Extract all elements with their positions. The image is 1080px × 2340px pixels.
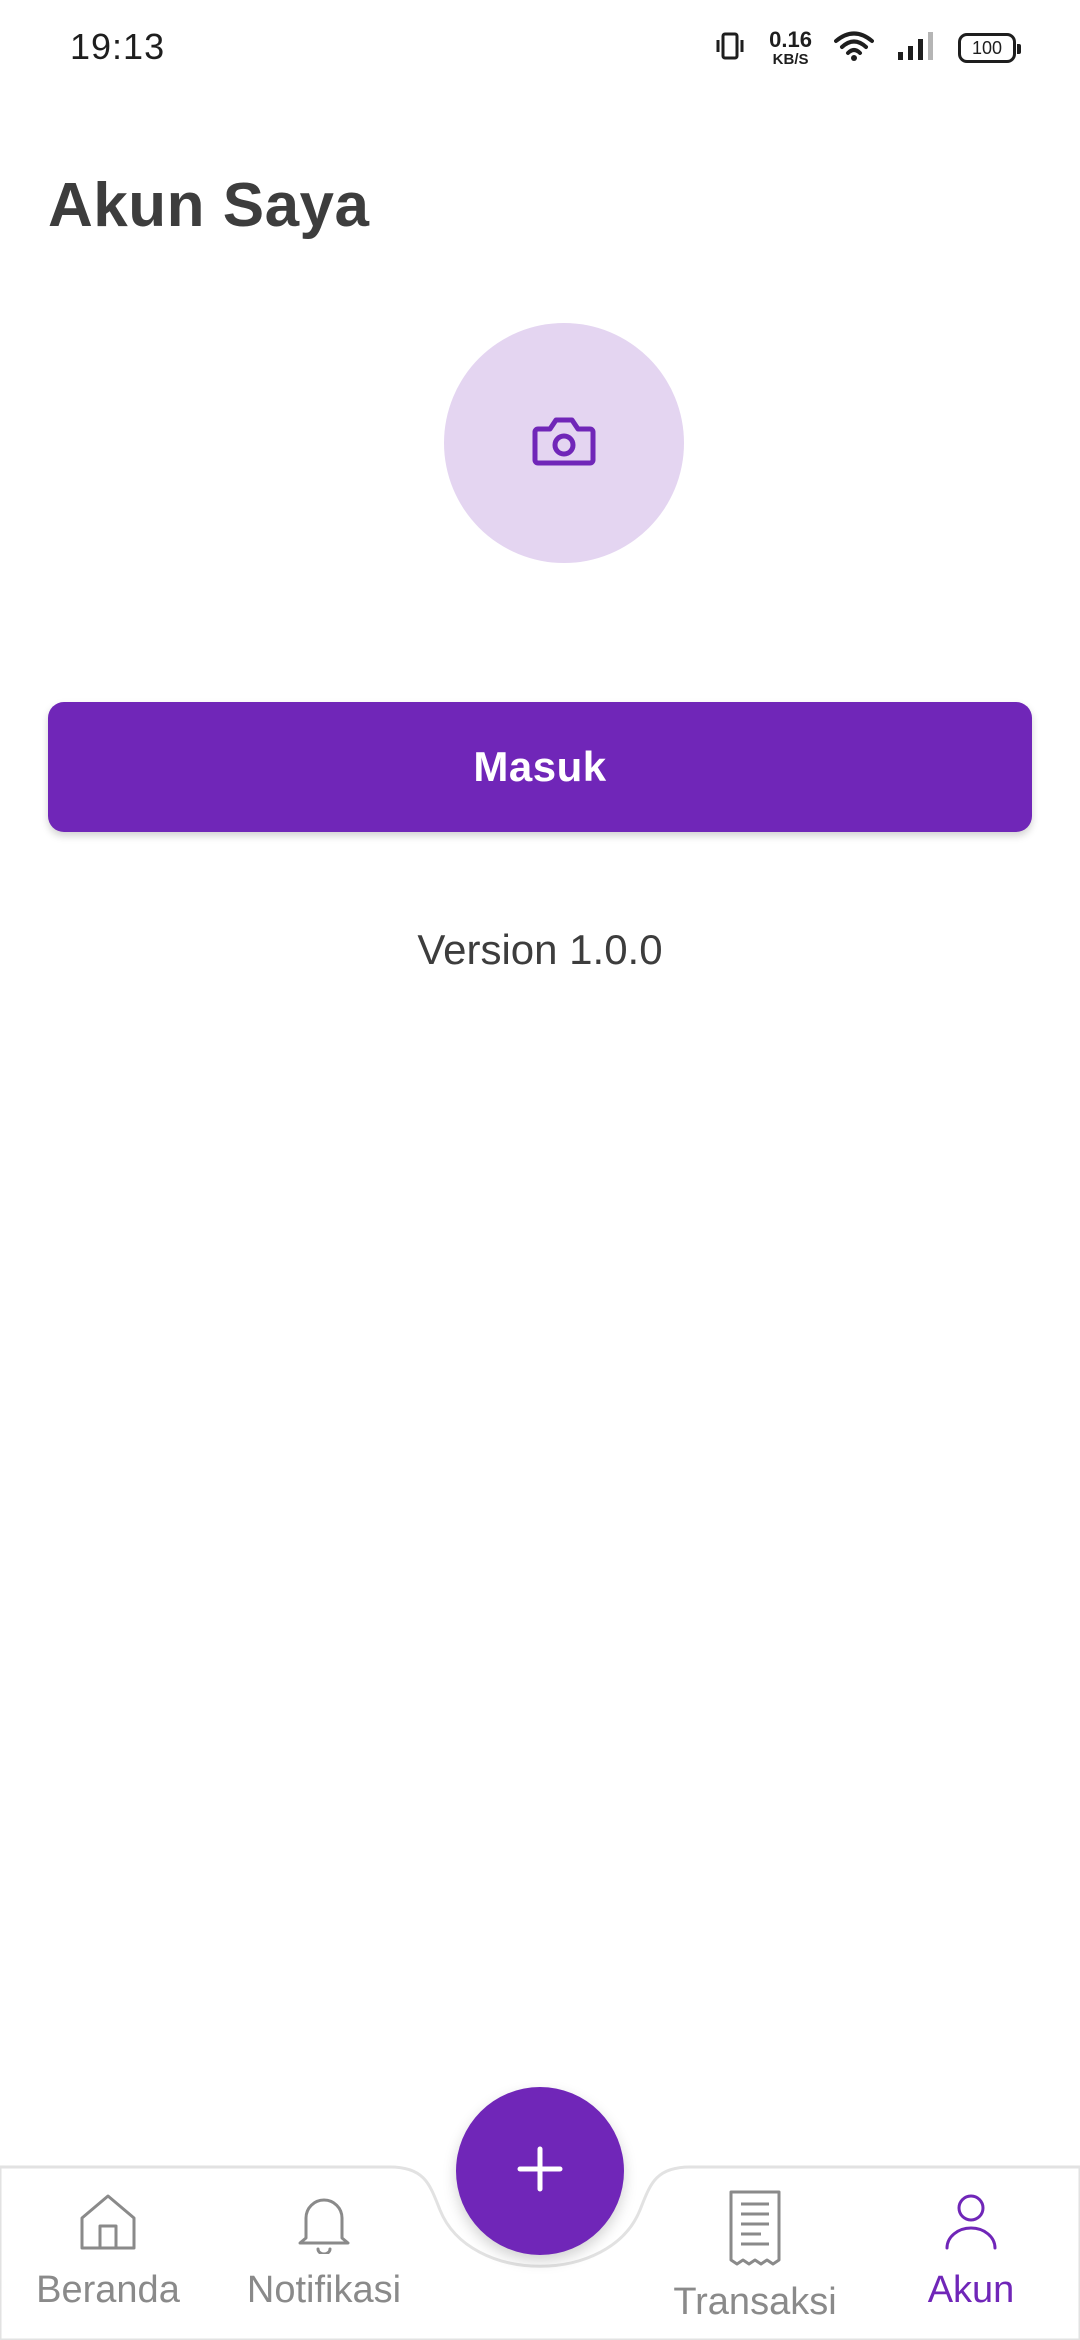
status-icons: 0.16 KB/S 100 (713, 26, 1021, 70)
add-button[interactable] (456, 2087, 624, 2255)
nav-label-notifikasi: Notifikasi (246, 2269, 402, 2311)
network-speed: 0.16 KB/S (769, 27, 812, 68)
signal-icon (896, 30, 936, 67)
login-button[interactable]: Masuk (48, 702, 1032, 832)
plus-icon (516, 2145, 564, 2198)
battery-level: 100 (971, 37, 1003, 58)
bell-icon (292, 2190, 356, 2259)
login-button-label: Masuk (473, 743, 607, 790)
nav-item-akun[interactable]: Akun (871, 2190, 1071, 2312)
network-speed-unit: KB/S (772, 51, 809, 68)
page-title: Akun Saya (48, 171, 370, 240)
home-icon (76, 2190, 140, 2259)
nav-label-akun: Akun (927, 2269, 1015, 2311)
nav-item-beranda[interactable]: Beranda (8, 2190, 208, 2312)
battery-icon: 100 (958, 33, 1021, 63)
user-icon (939, 2190, 1003, 2259)
receipt-icon (723, 2190, 787, 2271)
nav-label-transaksi: Transaksi (673, 2281, 837, 2323)
nav-label-beranda: Beranda (36, 2269, 180, 2311)
camera-icon (532, 413, 596, 474)
account-screen: 19:13 0.16 KB/S 100 Akun Saya Masuk Vers… (0, 0, 1080, 2340)
version-text: Version 1.0.0 (417, 926, 663, 973)
nav-item-transaksi[interactable]: Transaksi (655, 2190, 855, 2324)
avatar-upload[interactable] (444, 323, 684, 563)
network-speed-value: 0.16 (769, 27, 812, 52)
status-bar: 19:13 0.16 KB/S 100 (0, 0, 1080, 96)
wifi-icon (834, 30, 874, 67)
status-time: 19:13 (70, 26, 166, 67)
vibrate-icon (713, 29, 747, 68)
nav-item-notifikasi[interactable]: Notifikasi (224, 2190, 424, 2312)
